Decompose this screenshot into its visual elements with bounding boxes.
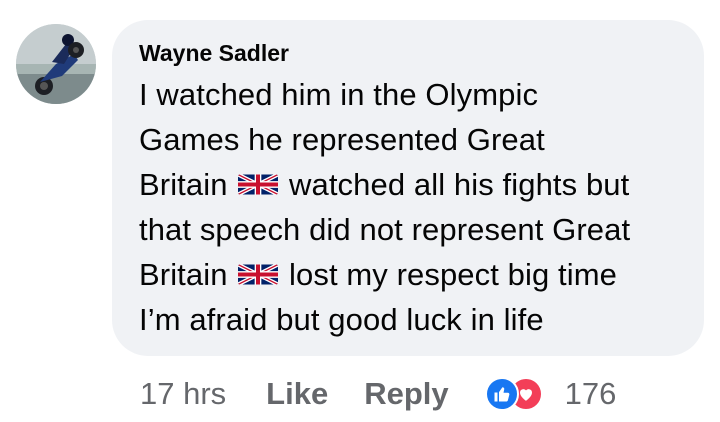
like-button[interactable]: Like [266, 376, 328, 412]
comment-actions: 17 hrs Like Reply 176 [140, 372, 616, 416]
comment-author[interactable]: Wayne Sadler [139, 40, 680, 66]
like-icon [484, 377, 519, 411]
comment-line: that speech did not represent Great [139, 212, 631, 247]
comment-line: Britain lost my respect big time [139, 257, 618, 292]
avatar[interactable] [16, 24, 96, 104]
reaction-count: 176 [564, 376, 617, 411]
reply-button[interactable]: Reply [364, 376, 448, 412]
comment-line: I watched him in the Olympic [139, 77, 539, 112]
reactions-summary[interactable]: 176 [484, 376, 617, 412]
comment-text: I watched him in the Olympic Games he re… [139, 72, 680, 342]
comment-line: Britain watched all his fights but [139, 167, 630, 202]
comment-line: Games he represented Great [139, 122, 545, 157]
uk-flag-icon [238, 174, 279, 195]
uk-flag-icon [238, 264, 279, 285]
timestamp[interactable]: 17 hrs [140, 376, 226, 412]
comment-bubble: Wayne Sadler I watched him in the Olympi… [112, 20, 704, 356]
comment-line: I’m afraid but good luck in life [139, 302, 544, 337]
